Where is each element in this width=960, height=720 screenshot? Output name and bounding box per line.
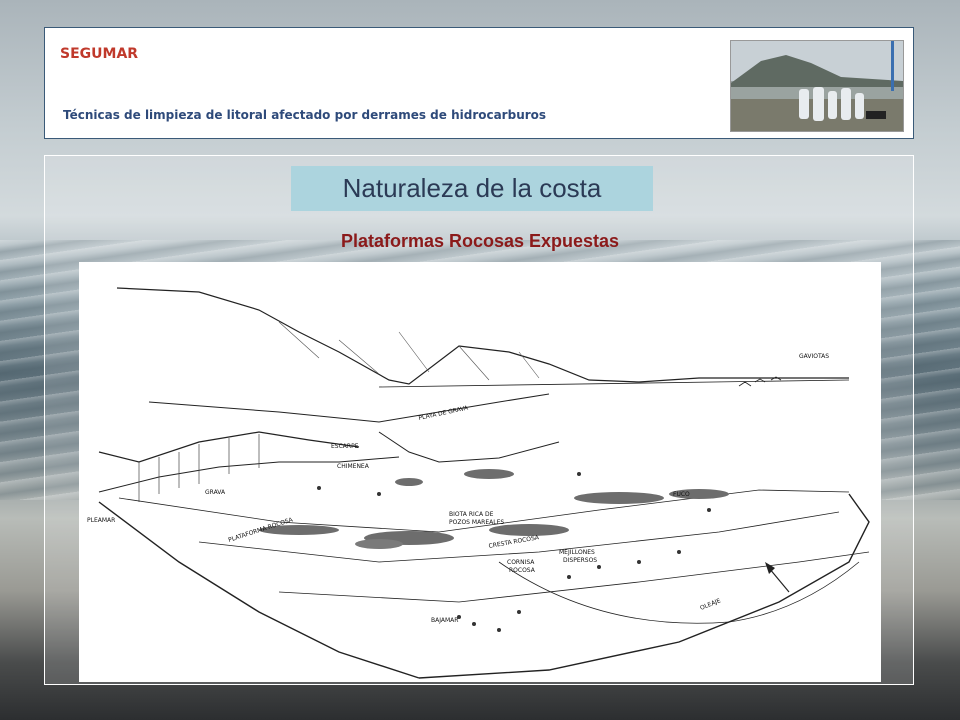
rocky-platform-illustration: GAVIOTAS PLAYA DE GRAVA ESCARPE CHIMENEA… [87,287,870,679]
label-escarpe: ESCARPE [331,443,359,450]
label-chimenea: CHIMENEA [337,463,370,470]
label-grava: GRAVA [205,489,226,496]
label-bajamar: BAJAMAR [431,617,458,624]
label-fuco: FUCO [673,491,690,498]
beach-cleanup-photo [731,41,903,131]
label-pleamar: PLEAMAR [87,517,115,524]
label-biota-1: BIOTA RICA DE [449,511,494,518]
brand-title: SEGUMAR [60,46,139,62]
label-cresta: CRESTA ROCOSA [488,534,540,550]
section-title-box: Naturaleza de la costa [291,166,653,211]
label-cornisa-1: CORNISA [507,559,535,566]
coast-diagram: GAVIOTAS PLAYA DE GRAVA ESCARPE CHIMENEA… [79,262,881,682]
label-mejillones-2: DISPERSOS [563,557,597,564]
label-mejillones-1: MEJILLONES [559,549,595,556]
header-photo [730,40,904,132]
label-gaviotas: GAVIOTAS [799,353,829,360]
label-biota-2: POZOS MAREALES [449,519,504,526]
header-subtitle: Técnicas de limpieza de litoral afectado… [63,108,547,122]
section-title: Naturaleza de la costa [342,173,602,203]
label-oleaje: OLEAJE [699,597,722,612]
header-panel: SEGUMAR Técnicas de limpieza de litoral … [44,27,914,139]
diagram-title: Plataformas Rocosas Expuestas [340,231,620,251]
label-cornisa-2: ROCOSA [509,567,536,574]
label-playa-grava: PLAYA DE GRAVA [418,404,470,422]
